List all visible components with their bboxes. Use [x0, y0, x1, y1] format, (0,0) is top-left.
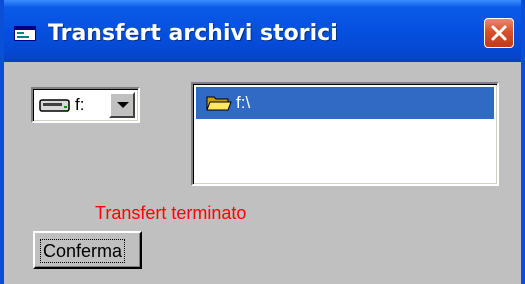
dropdown-arrow-button[interactable] — [109, 92, 135, 118]
dialog-window: Transfert archivi storici f: f:\ Transfe… — [0, 0, 525, 284]
confirm-button[interactable]: Conferma — [33, 231, 142, 269]
drive-selected-value: f: — [75, 95, 85, 114]
dialog-body: f: f:\ Transfert terminato Conferma — [4, 62, 521, 284]
open-folder-icon — [206, 96, 232, 111]
title-bar[interactable]: Transfert archivi storici — [4, 0, 521, 62]
close-icon — [491, 25, 507, 41]
directory-list[interactable]: f:\ — [191, 82, 499, 186]
app-window-icon — [14, 26, 36, 41]
directory-list-item[interactable]: f:\ — [196, 87, 494, 119]
status-message: Transfert terminato — [95, 203, 247, 223]
close-button[interactable] — [484, 18, 514, 48]
confirm-button-label: Conferma — [40, 239, 126, 263]
window-title: Transfert archivi storici — [48, 21, 338, 46]
drive-icon — [39, 99, 70, 112]
directory-item-label: f:\ — [236, 93, 251, 112]
drive-selector[interactable]: f: — [31, 87, 140, 123]
